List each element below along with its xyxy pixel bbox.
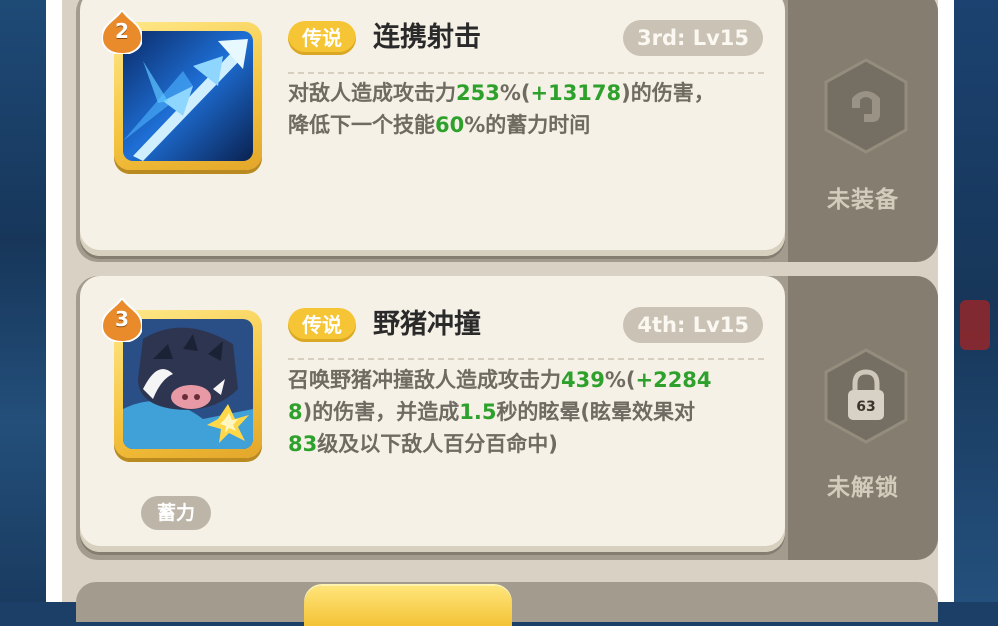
skill-slot-number: 2 [115,19,129,43]
description-line: 8)的伤害，并造成1.5秒的眩晕(眩晕效果对 [288,396,778,428]
divider [288,358,764,360]
description-text: 秒的眩晕(眩晕效果对 [496,400,696,424]
equip-hook-icon [824,58,908,154]
skill-list: 2 传说 连携射击 3rd: Lv15 对敌人造成攻击力253%(+13178)… [62,0,938,626]
highlight-value: 60 [435,113,465,137]
skill-level-badge: 4th: Lv15 [623,307,763,343]
equip-status-panel[interactable]: 未装备 [788,0,938,262]
highlight-value: 83 [288,432,318,456]
boar-skill-icon [123,319,253,449]
unlock-level: 63 [856,399,876,415]
description-line: 召唤野猪冲撞敌人造成攻击力439%(+2284 [288,364,778,396]
skill-name: 连携射击 [373,22,481,53]
skill-level-badge: 3rd: Lv15 [622,20,763,56]
lock-icon: 63 [824,348,908,444]
skill-icon-frame: 3 [100,296,262,458]
skill-icon-frame: 2 [100,8,262,170]
description-text: )的伤害， [621,81,715,105]
description-text: 降低下一个技能 [288,113,435,137]
skill-slot-badge: 2 [100,8,144,56]
highlight-value: +13178 [530,81,622,105]
highlight-value: 8 [288,400,303,424]
description-text: %( [604,368,636,392]
skill-name: 野猪冲撞 [373,309,481,340]
description-text: 级及以下敌人百分百命中) [317,432,558,456]
skill-panel: 2 传说 连携射击 3rd: Lv15 对敌人造成攻击力253%(+13178)… [46,0,954,626]
unlock-status-label: 未解锁 [827,475,899,501]
skill-slot-badge: 3 [100,296,144,344]
charge-tag: 蓄力 [141,496,212,530]
bottom-action-button[interactable] [304,586,512,626]
description-line: 降低下一个技能60%的蓄力时间 [288,109,778,141]
skill-slot-number: 3 [115,307,129,331]
skill-card-2-body: 3 蓄力 传说 野猪冲撞 4th: Lv15 召唤野猪冲撞敌人造成攻击力439%… [80,276,785,552]
description-text: %的蓄力时间 [464,113,591,137]
description-text: )的伤害，并造成 [302,400,460,424]
description-text: 召唤野猪冲撞敌人造成攻击力 [288,368,561,392]
skill-description: 对敌人造成攻击力253%(+13178)的伤害， 降低下一个技能60%的蓄力时间 [288,77,778,141]
skill-card-1[interactable]: 2 传说 连携射击 3rd: Lv15 对敌人造成攻击力253%(+13178)… [76,0,938,262]
background-decoration [960,300,990,350]
equip-status-label: 未装备 [827,187,899,213]
unlock-status-panel[interactable]: 63 未解锁 [788,276,938,560]
divider [288,72,764,74]
rarity-badge: 传说 [288,21,356,55]
description-line: 83级及以下敌人百分百命中) [288,428,778,460]
rarity-badge: 传说 [288,308,356,342]
game-background-right [954,0,998,602]
skill-card-1-body: 2 传说 连携射击 3rd: Lv15 对敌人造成攻击力253%(+13178)… [80,0,785,256]
highlight-value: 1.5 [459,400,497,424]
description-text: %( [499,81,531,105]
skill-card-2[interactable]: 3 蓄力 传说 野猪冲撞 4th: Lv15 召唤野猪冲撞敌人造成攻击力439%… [76,276,938,560]
highlight-value: +2284 [635,368,712,392]
game-background-left [0,0,46,602]
description-text: 对敌人造成攻击力 [288,81,456,105]
skill-description: 召唤野猪冲撞敌人造成攻击力439%(+2284 8)的伤害，并造成1.5秒的眩晕(… [288,364,778,460]
arrow-skill-icon [123,31,253,161]
next-skill-card [76,582,938,626]
highlight-value: 253 [456,81,500,105]
description-line: 对敌人造成攻击力253%(+13178)的伤害， [288,77,778,109]
highlight-value: 439 [561,368,605,392]
